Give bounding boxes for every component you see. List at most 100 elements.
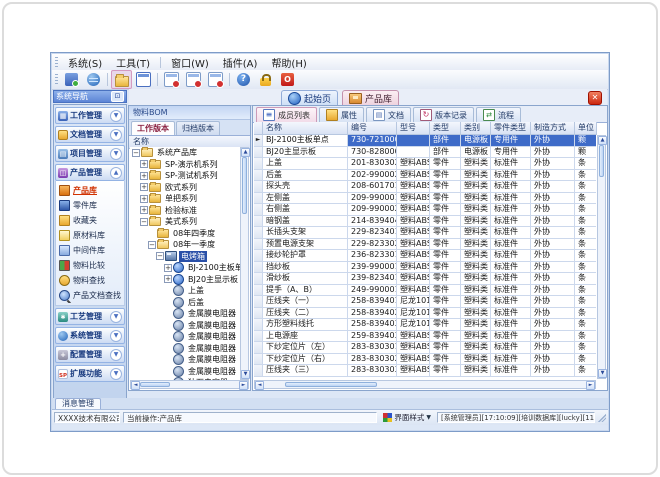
table-cell[interactable]: 条	[575, 285, 596, 297]
table-cell[interactable]: 外协	[531, 354, 575, 366]
row-selector[interactable]	[254, 262, 263, 274]
sidebar-item-中间件库[interactable]: 中间件库	[56, 243, 124, 258]
tree-node[interactable]: 金属膜电阻器	[130, 366, 240, 378]
table-cell[interactable]: 202-990002-01I	[348, 170, 397, 182]
table-cell[interactable]: 方形塑料线托	[263, 319, 348, 331]
table-row[interactable]: 方形塑料线托258-839403-00I尼龙1010零件塑料类标准件外协条	[254, 319, 596, 331]
column-header-类型[interactable]: 类型	[430, 122, 461, 135]
close-document-button[interactable]: ✕	[588, 91, 602, 105]
row-selector[interactable]	[254, 285, 263, 297]
table-cell[interactable]: 塑料类	[461, 204, 491, 216]
table-cell[interactable]: 预置电源支架	[263, 239, 348, 251]
table-cell[interactable]: 229-823401-00I	[348, 227, 397, 239]
table-cell[interactable]: 塑料ABS	[397, 273, 430, 285]
chevron-down-icon[interactable]: ▼	[110, 311, 122, 323]
table-cell[interactable]: 外协	[531, 227, 575, 239]
table-cell[interactable]: 零件	[430, 170, 461, 182]
tab-属性[interactable]: 属性	[319, 107, 364, 122]
table-row[interactable]: 压线夹（二）258-839402-00I尼龙1010零件塑料类标准件外协条	[254, 308, 596, 320]
sidebar-section-collapsed[interactable]: 工作管理▼	[55, 107, 125, 124]
table-row[interactable]: 长插头支架229-823401-00I塑料ABS零件塑料类标准件外协条	[254, 227, 596, 239]
table-cell[interactable]: 外协	[531, 216, 575, 228]
table-cell[interactable]: 标准件	[491, 296, 531, 308]
table-cell[interactable]: 塑料ABS	[397, 193, 430, 205]
row-selector[interactable]	[254, 227, 263, 239]
table-cell[interactable]: 201-830302-00I	[348, 158, 397, 170]
table-cell[interactable]: 外协	[531, 285, 575, 297]
row-selector[interactable]	[254, 193, 263, 205]
table-cell[interactable]: 258-839401-00I	[348, 296, 397, 308]
globe-button[interactable]	[83, 70, 104, 89]
tree-expander[interactable]: −	[148, 241, 156, 249]
column-header-型号[interactable]: 型号	[397, 122, 430, 135]
sidebar-section-collapsed[interactable]: 项目管理▼	[55, 145, 125, 162]
table-cell[interactable]: 塑料ABS	[397, 158, 430, 170]
table-cell[interactable]: 730-828000-04I	[348, 147, 397, 159]
scroll-thumb[interactable]	[242, 157, 247, 214]
tree-node[interactable]: +SP-演示机系列	[130, 159, 240, 171]
row-selector[interactable]	[254, 204, 263, 216]
tree-expander[interactable]: +	[140, 172, 148, 180]
table-cell[interactable]: 标准件	[491, 193, 531, 205]
table-cell[interactable]: 零件	[430, 296, 461, 308]
ui-style-button[interactable]: 界面样式 ▼	[380, 412, 434, 424]
table-cell[interactable]: 标准件	[491, 216, 531, 228]
table-cell[interactable]: 标准件	[491, 365, 531, 377]
table-row[interactable]: 左侧盖209-990001-01I塑料ABS零件塑料类标准件外协条	[254, 193, 596, 205]
table-cell[interactable]: 滑纱板	[263, 273, 348, 285]
resize-grip[interactable]	[598, 414, 606, 422]
table-cell[interactable]: 730-721000-12I	[348, 135, 397, 147]
table-cell[interactable]: 外协	[531, 308, 575, 320]
table-row[interactable]: 后盖202-990002-01I塑料ABS零件塑料类标准件外协条	[254, 170, 596, 182]
table-cell[interactable]: 塑料类	[461, 285, 491, 297]
lock-button[interactable]	[255, 70, 276, 89]
sidebar-section-collapsed[interactable]: 配置管理▼	[55, 346, 125, 363]
sidebar-item-收藏夹[interactable]: 收藏夹	[56, 213, 124, 228]
table-cell[interactable]: 左侧盖	[263, 193, 348, 205]
table-row[interactable]: ►BJ-2100主板单点730-721000-12I部件电源板专用件外协颗	[254, 135, 596, 147]
table-cell[interactable]: 259-839403-00I	[348, 331, 397, 343]
table-cell[interactable]: 塑料ABS	[397, 204, 430, 216]
table-cell[interactable]: 塑料类	[461, 365, 491, 377]
table-cell[interactable]: 209-990002-01I	[348, 204, 397, 216]
table-cell[interactable]: 外协	[531, 239, 575, 251]
table-cell[interactable]: 零件	[430, 319, 461, 331]
table-cell[interactable]: 条	[575, 365, 596, 377]
help-button[interactable]	[233, 70, 254, 89]
table-cell[interactable]: 尼龙1010	[397, 296, 430, 308]
row-selector[interactable]	[254, 319, 263, 331]
scroll-down-button[interactable]: ▼	[241, 370, 250, 379]
folder-open-button[interactable]	[111, 70, 132, 89]
table-cell[interactable]: BJ20主显示板	[263, 147, 348, 159]
table-cell[interactable]: 部件	[430, 135, 461, 147]
table-cell[interactable]: 上盖	[263, 158, 348, 170]
tree-node[interactable]: +单把系列	[130, 193, 240, 205]
tree-node[interactable]: 金属膜电阻器	[130, 320, 240, 332]
table-cell[interactable]: 探头壳	[263, 181, 348, 193]
tree-node[interactable]: −美式系列	[130, 216, 240, 228]
table-cell[interactable]: 颗	[575, 147, 596, 159]
row-selector[interactable]	[254, 239, 263, 251]
tab-流程[interactable]: 流程	[476, 107, 521, 122]
tree-expander[interactable]: −	[132, 149, 140, 157]
table-cell[interactable]: 塑料类	[461, 273, 491, 285]
table-cell[interactable]: 标准件	[491, 204, 531, 216]
chevron-up-icon[interactable]: ▲	[110, 167, 122, 179]
table-cell[interactable]: 条	[575, 227, 596, 239]
tree-node[interactable]: 后盖	[130, 297, 240, 309]
table-row[interactable]: 压线夹（三）283-830303-00I塑料ABS零件塑料类标准件外协条	[254, 365, 596, 377]
tree-node[interactable]: +SP-测试机系列	[130, 170, 240, 182]
table-cell[interactable]: 208-601701-01I	[348, 181, 397, 193]
table-cell[interactable]: 条	[575, 158, 596, 170]
row-selector[interactable]	[254, 354, 263, 366]
table-cell[interactable]: 条	[575, 204, 596, 216]
table-cell[interactable]: 上电源座	[263, 331, 348, 343]
row-selector[interactable]	[254, 308, 263, 320]
table-cell[interactable]: 后盖	[263, 170, 348, 182]
table-cell[interactable]: 压线夹（二）	[263, 308, 348, 320]
table-row[interactable]: BJ20主显示板730-828000-04I部件电源板专用件外协颗	[254, 147, 596, 159]
bom-tab-工作版本[interactable]: 工作版本	[131, 121, 175, 135]
tree-node[interactable]: 上盖	[130, 285, 240, 297]
table-cell[interactable]: 条	[575, 250, 596, 262]
tree-vertical-scrollbar[interactable]: ▲ ▼	[240, 147, 249, 380]
